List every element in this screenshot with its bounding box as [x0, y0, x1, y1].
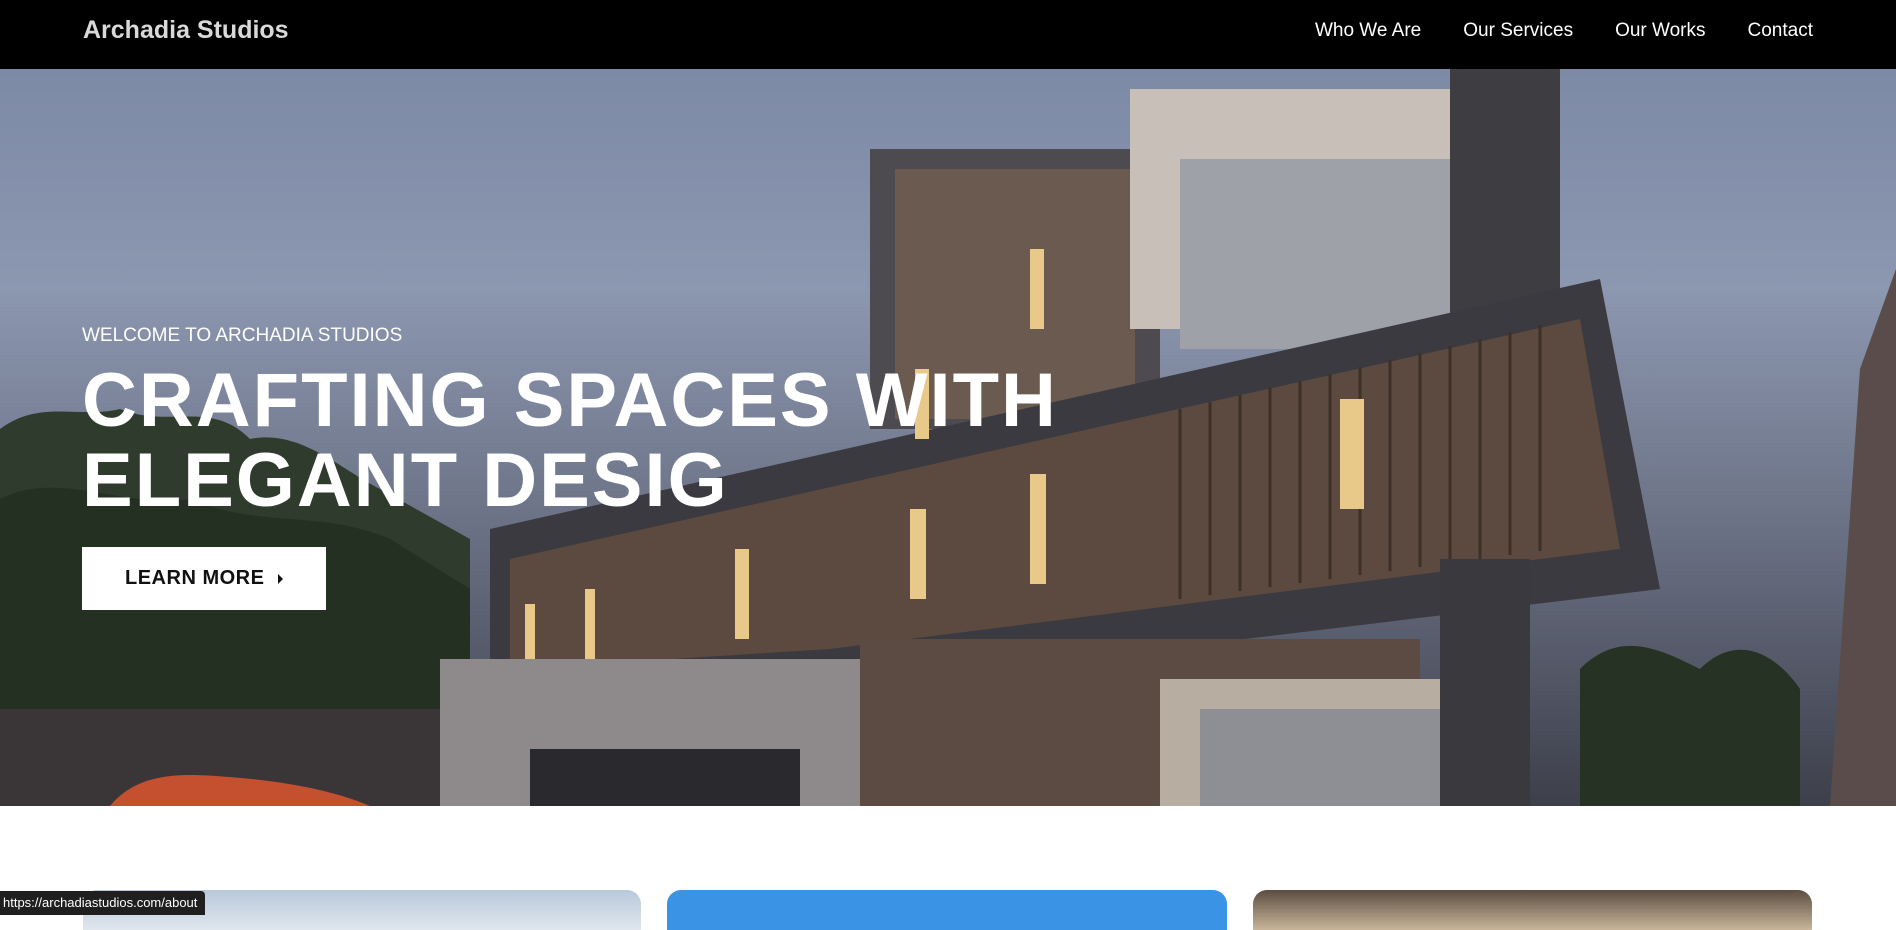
feature-card-3[interactable] — [1253, 890, 1812, 930]
hero-content: WELCOME TO ARCHADIA STUDIOS CRAFTING SPA… — [82, 325, 1202, 610]
learn-more-button[interactable]: LEARN MORE — [82, 547, 327, 610]
nav-link-our-works[interactable]: Our Works — [1615, 20, 1705, 42]
feature-card-2[interactable] — [667, 890, 1227, 930]
caret-right-icon — [278, 573, 284, 584]
brand-logo-text[interactable]: Archadia Studios — [83, 16, 289, 45]
nav-link-contact[interactable]: Contact — [1748, 20, 1813, 42]
nav-links: Who We Are Our Services Our Works Contac… — [1315, 20, 1813, 42]
nav-link-our-services[interactable]: Our Services — [1463, 20, 1573, 42]
learn-more-label: LEARN MORE — [125, 567, 265, 589]
hero-headline-line-2: ELEGANT DESIG — [82, 438, 729, 523]
nav-link-who-we-are[interactable]: Who We Are — [1315, 20, 1421, 42]
feature-cards-row — [0, 890, 1896, 930]
hero-headline: CRAFTING SPACES WITH ELEGANT DESIG — [82, 361, 1202, 521]
hero-headline-line-1: CRAFTING SPACES WITH — [82, 358, 1058, 443]
hero-eyebrow: WELCOME TO ARCHADIA STUDIOS — [82, 325, 403, 346]
top-navbar: Archadia Studios Who We Are Our Services… — [0, 0, 1896, 69]
hero-section: WELCOME TO ARCHADIA STUDIOS CRAFTING SPA… — [0, 69, 1896, 806]
browser-status-url: https://archadiastudios.com/about — [0, 891, 206, 915]
